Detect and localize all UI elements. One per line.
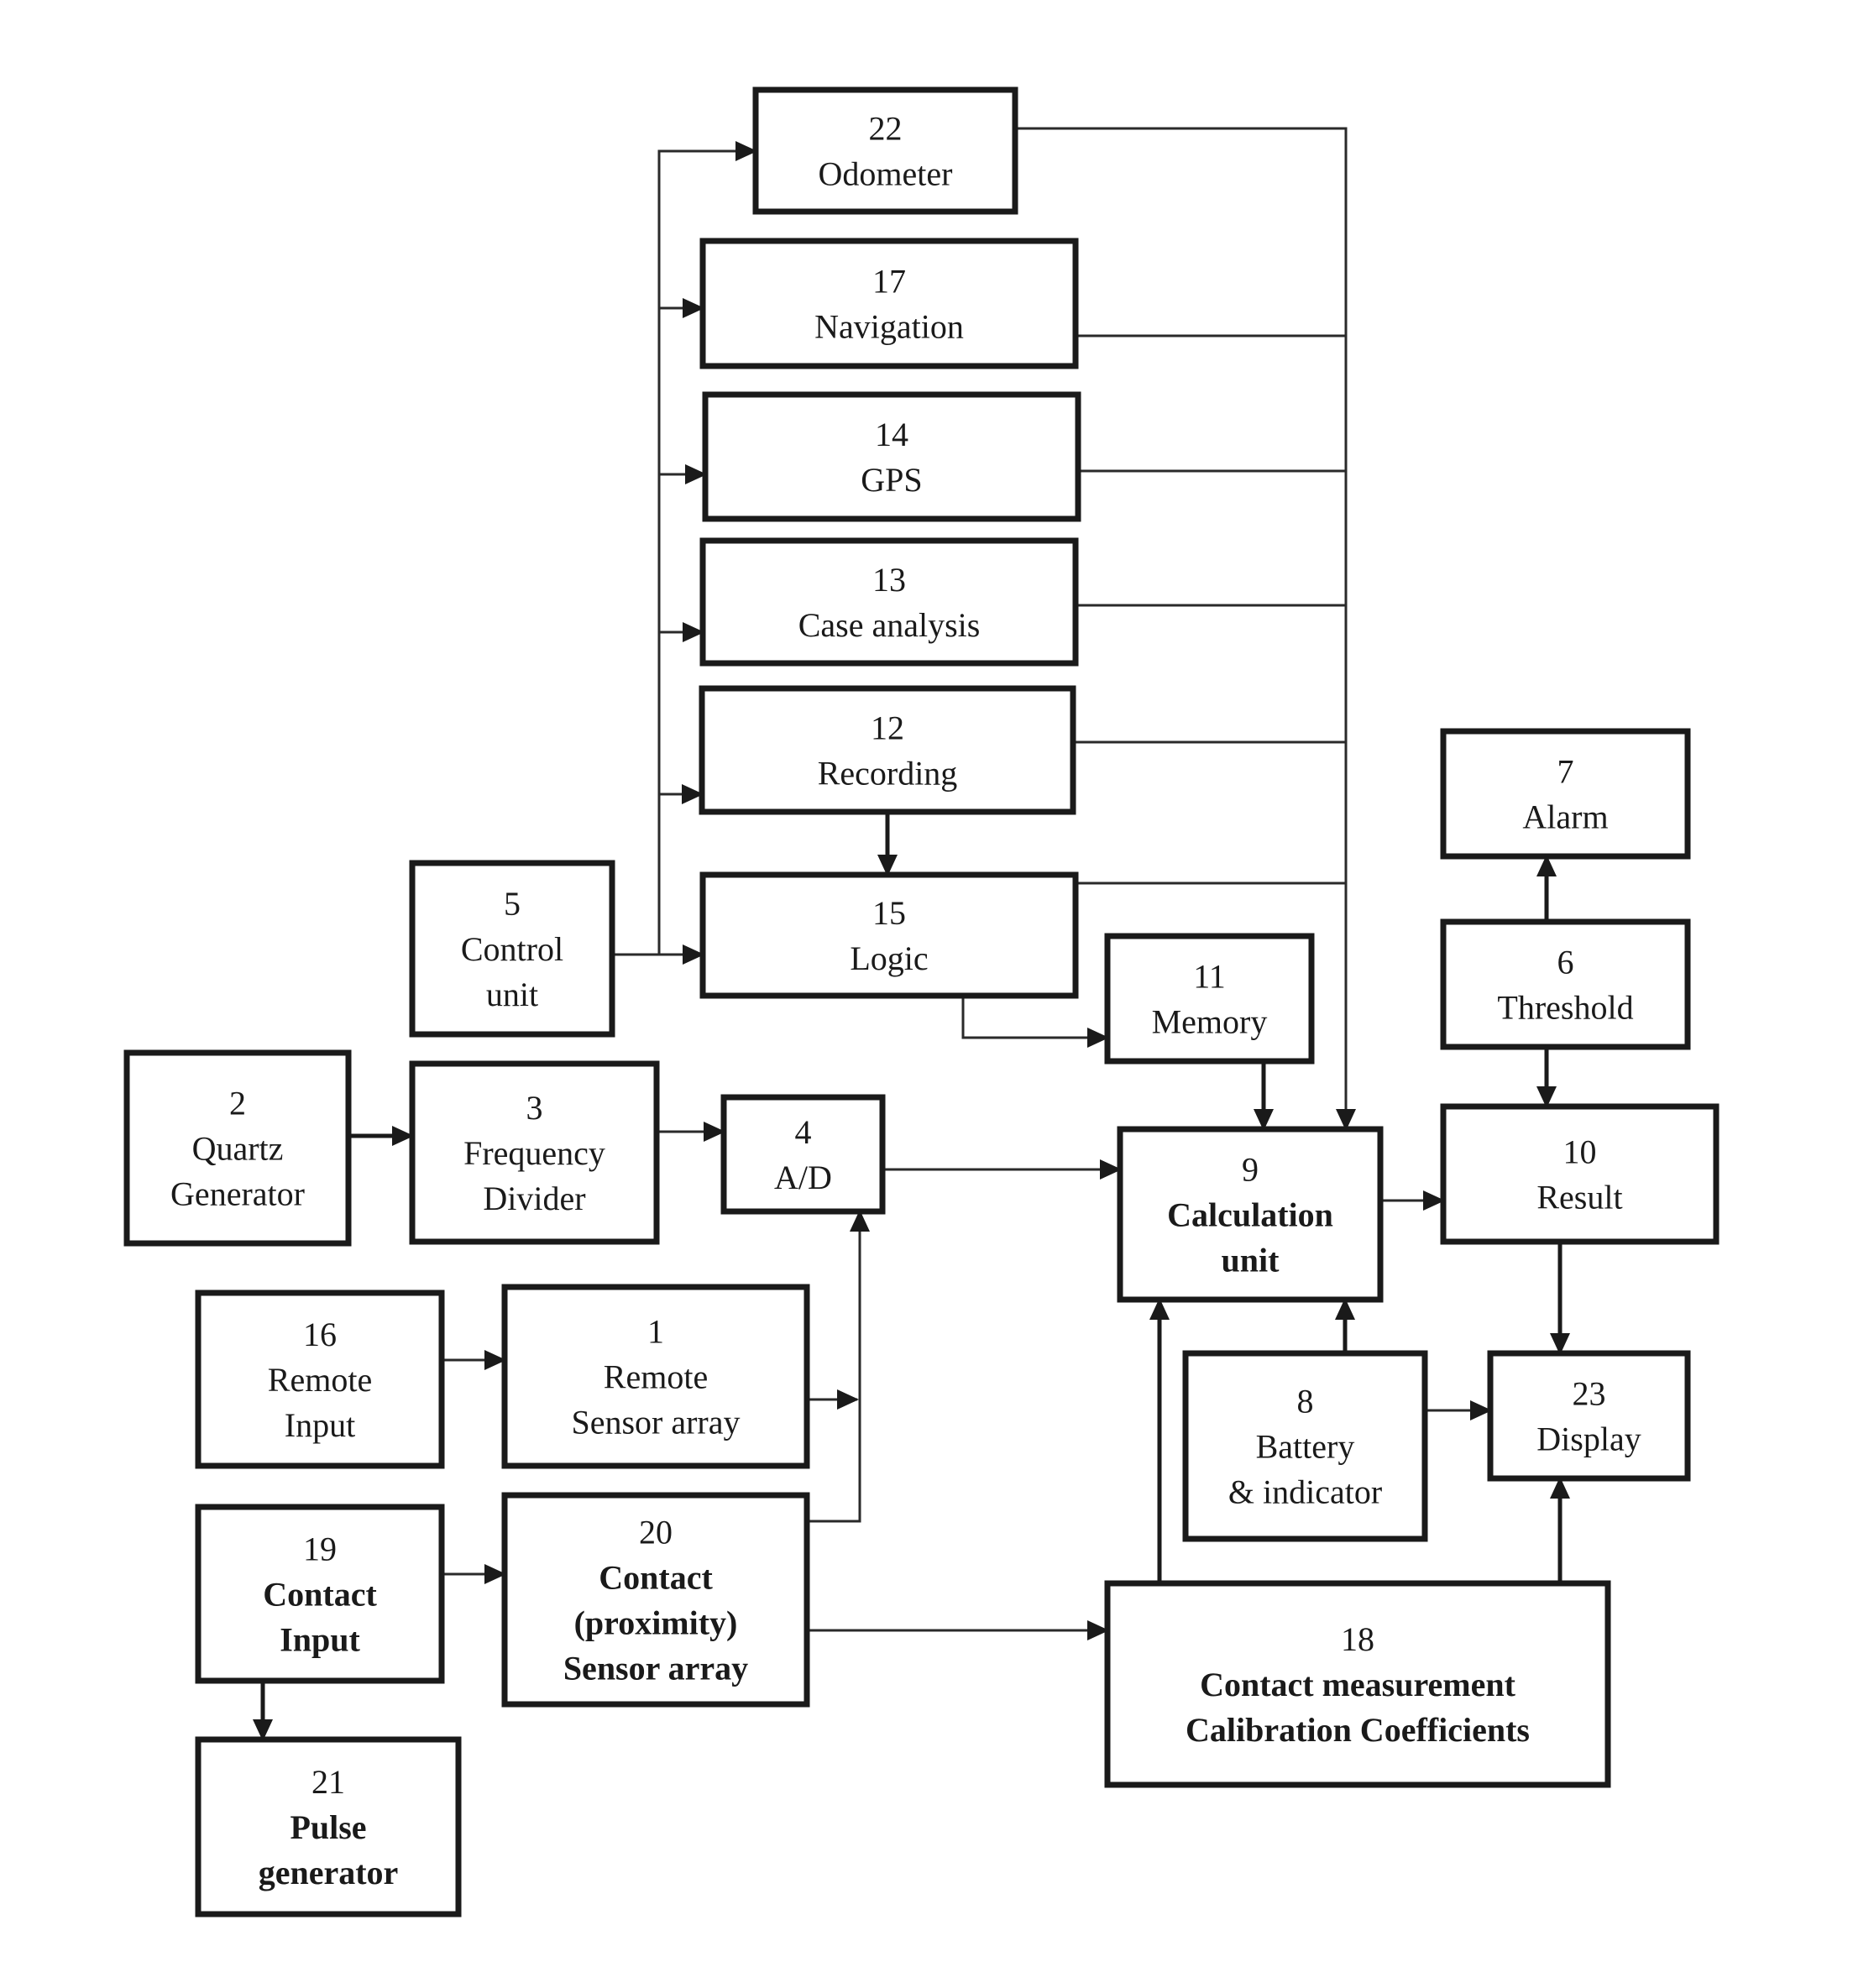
block-label: Navigation: [814, 308, 964, 346]
block-number: 14: [875, 416, 908, 453]
block-label: Control: [461, 930, 563, 968]
block-label: Result: [1536, 1179, 1622, 1216]
block-number: 22: [869, 110, 903, 148]
wire-logic-to-memory: [961, 996, 1109, 1048]
block-19-contact-input: 19 Contact Input: [195, 1504, 445, 1684]
block-number: 13: [872, 561, 906, 599]
block-number: 17: [872, 263, 906, 301]
block-number: 2: [229, 1085, 246, 1122]
block-number: 16: [303, 1316, 337, 1353]
block-frame: [1487, 1350, 1691, 1482]
block-number: 5: [504, 885, 521, 923]
block-2-quartz-generator: 2 Quartz Generator: [123, 1049, 352, 1247]
block-frame: [699, 238, 1079, 369]
block-frame: [699, 685, 1076, 815]
block-number: 12: [871, 709, 904, 747]
block-frame: [752, 86, 1018, 215]
block-label: (proximity): [574, 1604, 738, 1642]
block-18-contact-measurement-calibration-coefficients: 18 Contact measurement Calibration Coeffic…: [1104, 1580, 1611, 1788]
block-number: 9: [1242, 1151, 1259, 1189]
block-frame: [1440, 728, 1691, 860]
block-frame: [1440, 1103, 1720, 1245]
block-9-calculation-unit: 9 Calculation unit: [1117, 1126, 1384, 1303]
block-6-threshold: 6 Threshold: [1440, 918, 1691, 1050]
block-23-display: 23 Display: [1487, 1350, 1691, 1482]
block-label: & indicator: [1228, 1473, 1382, 1511]
wire-contact-sensor-to-ad: [807, 1210, 870, 1523]
block-22-odometer: 22 Odometer: [752, 86, 1018, 215]
block-label: A/D: [774, 1159, 832, 1196]
block-17-navigation: 17 Navigation: [699, 238, 1079, 369]
block-label: Contact: [263, 1576, 377, 1614]
block-7-alarm: 7 Alarm: [1440, 728, 1691, 860]
block-label: Contact measurement: [1200, 1666, 1516, 1703]
block-16-remote-input: 16 Remote Input: [195, 1290, 445, 1469]
block-label: generator: [259, 1854, 399, 1891]
block-number: 19: [303, 1530, 337, 1568]
block-label: Alarm: [1522, 798, 1608, 836]
block-number: 23: [1573, 1375, 1606, 1413]
block-label: Quartz: [192, 1130, 284, 1168]
block-frame: [702, 391, 1081, 522]
block-number: 18: [1341, 1620, 1374, 1658]
block-label: Input: [280, 1621, 360, 1659]
block-label: Contact: [599, 1559, 713, 1597]
block-label: Remote: [604, 1358, 708, 1396]
block-label: unit: [1222, 1242, 1280, 1279]
block-11-memory: 11 Memory: [1104, 933, 1315, 1065]
block-label: GPS: [861, 461, 922, 499]
block-label: Memory: [1152, 1003, 1268, 1041]
block-15-logic: 15 Logic: [699, 871, 1079, 999]
block-label: Generator: [170, 1175, 305, 1213]
block-label: Odometer: [819, 155, 953, 193]
block-number: 20: [639, 1514, 673, 1551]
block-label: Remote: [268, 1361, 372, 1399]
block-21-pulse-generator: 21 Pulse generator: [195, 1736, 462, 1917]
block-label: unit: [486, 976, 538, 1013]
block-13-case-analysis: 13 Case analysis: [699, 537, 1079, 667]
block-frame: [699, 537, 1079, 667]
block-5-control-unit: 5 Control unit: [409, 860, 615, 1038]
block-frame: [699, 871, 1079, 999]
block-20-contact-proximity-sensor-array: 20 Contact (proximity) Sensor array: [501, 1492, 810, 1708]
block-8-battery-indicator: 8 Battery & indicator: [1182, 1350, 1428, 1542]
block-3-frequency-divider: 3 Frequency Divider: [409, 1060, 660, 1245]
block-number: 8: [1297, 1383, 1314, 1420]
block-frame: [1104, 933, 1315, 1065]
block-number: 6: [1557, 944, 1574, 981]
block-4-a-d: 4 A/D: [720, 1094, 886, 1215]
block-diagram: 22Odometer17Navigation14GPS13Case analys…: [123, 86, 1720, 1917]
block-label: Threshold: [1497, 989, 1633, 1027]
block-14-gps: 14 GPS: [702, 391, 1081, 522]
block-label: Pulse: [290, 1808, 366, 1846]
block-label: Recording: [818, 755, 958, 793]
block-label: Divider: [483, 1180, 585, 1217]
block-label: Frequency: [463, 1134, 605, 1172]
block-number: 3: [526, 1089, 543, 1127]
block-number: 11: [1193, 958, 1226, 996]
block-label: Sensor array: [571, 1404, 740, 1441]
block-label: Sensor array: [563, 1650, 748, 1687]
block-number: 21: [311, 1763, 345, 1801]
block-frame: [1440, 918, 1691, 1050]
block-label: Input: [285, 1406, 355, 1444]
block-12-recording: 12 Recording: [699, 685, 1076, 815]
block-label: Calculation: [1167, 1196, 1333, 1234]
block-label: Case analysis: [798, 606, 981, 644]
block-number: 15: [872, 894, 906, 932]
block-number: 7: [1557, 753, 1574, 791]
block-label: Calibration Coefficients: [1186, 1711, 1530, 1749]
block-number: 1: [647, 1313, 664, 1351]
block-label: Display: [1536, 1420, 1641, 1458]
blocks-layer: 22Odometer17Navigation14GPS13Case analys…: [123, 86, 1720, 1917]
block-number: 10: [1563, 1133, 1597, 1171]
block-number: 4: [795, 1113, 812, 1151]
block-1-remote-sensor-array: 1 Remote Sensor array: [501, 1284, 810, 1469]
block-label: Logic: [850, 939, 928, 977]
block-10-result: 10 Result: [1440, 1103, 1720, 1245]
block-label: Battery: [1256, 1428, 1355, 1466]
